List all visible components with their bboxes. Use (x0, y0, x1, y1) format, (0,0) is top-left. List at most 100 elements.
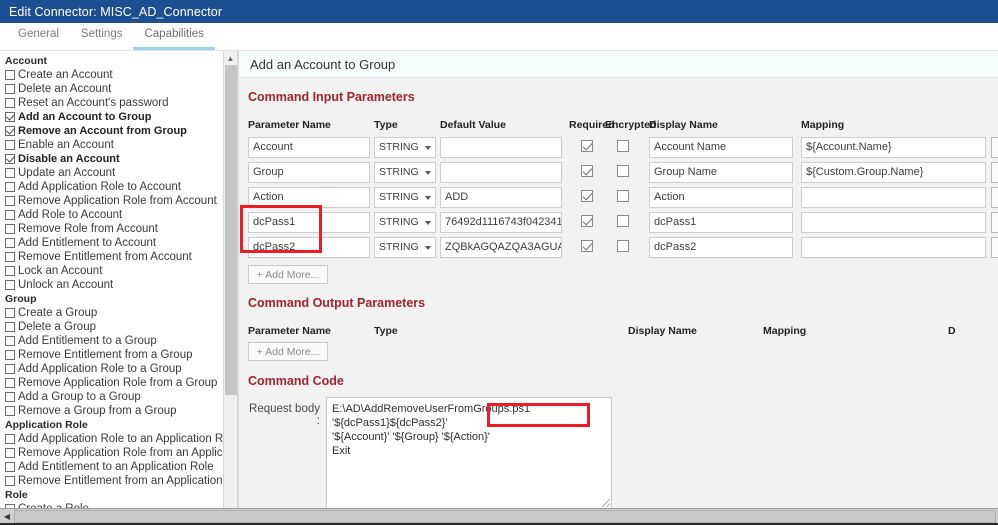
checkbox-icon[interactable] (5, 392, 15, 402)
param-display-name-input[interactable]: Action (649, 187, 793, 208)
checkbox-icon[interactable] (5, 70, 15, 80)
capability-add-entitlement-to-a-group[interactable]: Add Entitlement to a Group (0, 334, 223, 348)
horizontal-scrollbar[interactable]: ◀ (0, 508, 998, 525)
checkbox-icon[interactable] (5, 182, 15, 192)
param-display-name-input[interactable]: dcPass1 (649, 212, 793, 233)
capability-create-a-group[interactable]: Create a Group (0, 306, 223, 320)
capability-add-entitlement-to-account[interactable]: Add Entitlement to Account (0, 236, 223, 250)
capability-create-an-account[interactable]: Create an Account (0, 68, 223, 82)
checkbox-icon[interactable] (5, 448, 15, 458)
capability-add-role-to-account[interactable]: Add Role to Account (0, 208, 223, 222)
checkbox-checked-icon[interactable] (5, 112, 15, 122)
capability-remove-application-role-from-account[interactable]: Remove Application Role from Account (0, 194, 223, 208)
param-default-value-input[interactable] (440, 137, 562, 158)
param-name-input[interactable]: dcPass1 (248, 212, 370, 233)
checkbox-icon[interactable] (5, 140, 15, 150)
capability-add-entitlement-to-an-application-role[interactable]: Add Entitlement to an Application Role (0, 460, 223, 474)
param-default-value-input[interactable]: ADD (440, 187, 562, 208)
textarea-resize-handle[interactable] (602, 499, 610, 507)
param-type-select[interactable]: STRING (374, 187, 436, 208)
checkbox-checked-icon[interactable] (5, 154, 15, 164)
checkbox-icon[interactable] (5, 266, 15, 276)
param-mapping-input[interactable]: ${Account.Name} (801, 137, 986, 158)
capability-reset-an-accounts-password[interactable]: Reset an Account's password (0, 96, 223, 110)
param-display-name-input[interactable]: Account Name (649, 137, 793, 158)
capability-add-application-role-to-an-application-role[interactable]: Add Application Role to an Application R… (0, 432, 223, 446)
param-encrypted-checkbox[interactable] (617, 240, 629, 252)
checkbox-icon[interactable] (5, 476, 15, 486)
scroll-left-arrow-icon[interactable]: ◀ (0, 509, 14, 524)
param-type-select[interactable]: STRING (374, 137, 436, 158)
mapping-dropdown-button[interactable] (991, 187, 998, 208)
capabilities-vertical-scrollbar[interactable]: ▲ (223, 51, 238, 525)
add-more-output-parameter-button[interactable]: + Add More... (248, 342, 328, 361)
capability-lock-an-account[interactable]: Lock an Account (0, 264, 223, 278)
tab-general[interactable]: General (7, 25, 70, 50)
checkbox-icon[interactable] (5, 196, 15, 206)
capability-delete-a-group[interactable]: Delete a Group (0, 320, 223, 334)
param-type-select[interactable]: STRING (374, 212, 436, 233)
checkbox-icon[interactable] (5, 252, 15, 262)
vertical-scroll-thumb[interactable] (225, 65, 237, 395)
param-encrypted-checkbox[interactable] (617, 190, 629, 202)
param-required-checkbox[interactable] (581, 165, 593, 177)
param-name-input[interactable]: dcPass2 (248, 237, 370, 258)
capability-remove-application-role-from-an-application-role[interactable]: Remove Application Role from an Applicat… (0, 446, 223, 460)
param-encrypted-checkbox[interactable] (617, 140, 629, 152)
param-type-select[interactable]: STRING (374, 237, 436, 258)
scroll-up-arrow-icon[interactable]: ▲ (224, 51, 237, 65)
param-required-checkbox[interactable] (581, 240, 593, 252)
mapping-dropdown-button[interactable] (991, 237, 998, 258)
mapping-dropdown-button[interactable] (991, 137, 998, 158)
param-required-checkbox[interactable] (581, 190, 593, 202)
checkbox-icon[interactable] (5, 84, 15, 94)
checkbox-checked-icon[interactable] (5, 126, 15, 136)
capability-remove-a-group-from-a-group[interactable]: Remove a Group from a Group (0, 404, 223, 418)
mapping-dropdown-button[interactable] (991, 212, 998, 233)
param-mapping-input[interactable]: ${Custom.Group.Name} (801, 162, 986, 183)
param-encrypted-checkbox[interactable] (617, 215, 629, 227)
checkbox-icon[interactable] (5, 98, 15, 108)
checkbox-icon[interactable] (5, 378, 15, 388)
param-encrypted-checkbox[interactable] (617, 165, 629, 177)
param-default-value-input[interactable]: 76492d1116743f0423413b (440, 212, 562, 233)
capability-delete-an-account[interactable]: Delete an Account (0, 82, 223, 96)
checkbox-icon[interactable] (5, 168, 15, 178)
param-mapping-input[interactable] (801, 187, 986, 208)
param-mapping-input[interactable] (801, 212, 986, 233)
capability-add-a-group-to-a-group[interactable]: Add a Group to a Group (0, 390, 223, 404)
checkbox-icon[interactable] (5, 364, 15, 374)
capability-remove-entitlement-from-account[interactable]: Remove Entitlement from Account (0, 250, 223, 264)
param-display-name-input[interactable]: dcPass2 (649, 237, 793, 258)
capability-add-an-account-to-group[interactable]: Add an Account to Group (0, 110, 223, 124)
horizontal-scroll-thumb[interactable] (14, 510, 996, 523)
checkbox-icon[interactable] (5, 406, 15, 416)
capability-remove-entitlement-from-a-group[interactable]: Remove Entitlement from a Group (0, 348, 223, 362)
capability-update-an-account[interactable]: Update an Account (0, 166, 223, 180)
param-name-input[interactable]: Action (248, 187, 370, 208)
checkbox-icon[interactable] (5, 224, 15, 234)
checkbox-icon[interactable] (5, 280, 15, 290)
checkbox-icon[interactable] (5, 336, 15, 346)
capability-remove-role-from-account[interactable]: Remove Role from Account (0, 222, 223, 236)
add-more-input-parameter-button[interactable]: + Add More... (248, 265, 328, 284)
checkbox-icon[interactable] (5, 462, 15, 472)
checkbox-icon[interactable] (5, 322, 15, 332)
checkbox-icon[interactable] (5, 350, 15, 360)
param-type-select[interactable]: STRING (374, 162, 436, 183)
param-required-checkbox[interactable] (581, 140, 593, 152)
capability-remove-an-account-from-group[interactable]: Remove an Account from Group (0, 124, 223, 138)
param-mapping-input[interactable] (801, 237, 986, 258)
tab-settings[interactable]: Settings (70, 25, 134, 50)
capability-add-application-role-to-account[interactable]: Add Application Role to Account (0, 180, 223, 194)
param-default-value-input[interactable] (440, 162, 562, 183)
param-default-value-input[interactable]: ZQBkAGQAZQA3AGUANAA (440, 237, 562, 258)
request-body-textarea[interactable]: E:\AD\AddRemoveUserFromGroups.ps1 '${dcP… (326, 397, 612, 509)
checkbox-icon[interactable] (5, 210, 15, 220)
tab-capabilities[interactable]: Capabilities (133, 25, 214, 50)
param-display-name-input[interactable]: Group Name (649, 162, 793, 183)
capability-remove-entitlement-from-an-application-role[interactable]: Remove Entitlement from an Application R… (0, 474, 223, 488)
checkbox-icon[interactable] (5, 238, 15, 248)
capability-enable-an-account[interactable]: Enable an Account (0, 138, 223, 152)
capability-remove-application-role-from-a-group[interactable]: Remove Application Role from a Group (0, 376, 223, 390)
